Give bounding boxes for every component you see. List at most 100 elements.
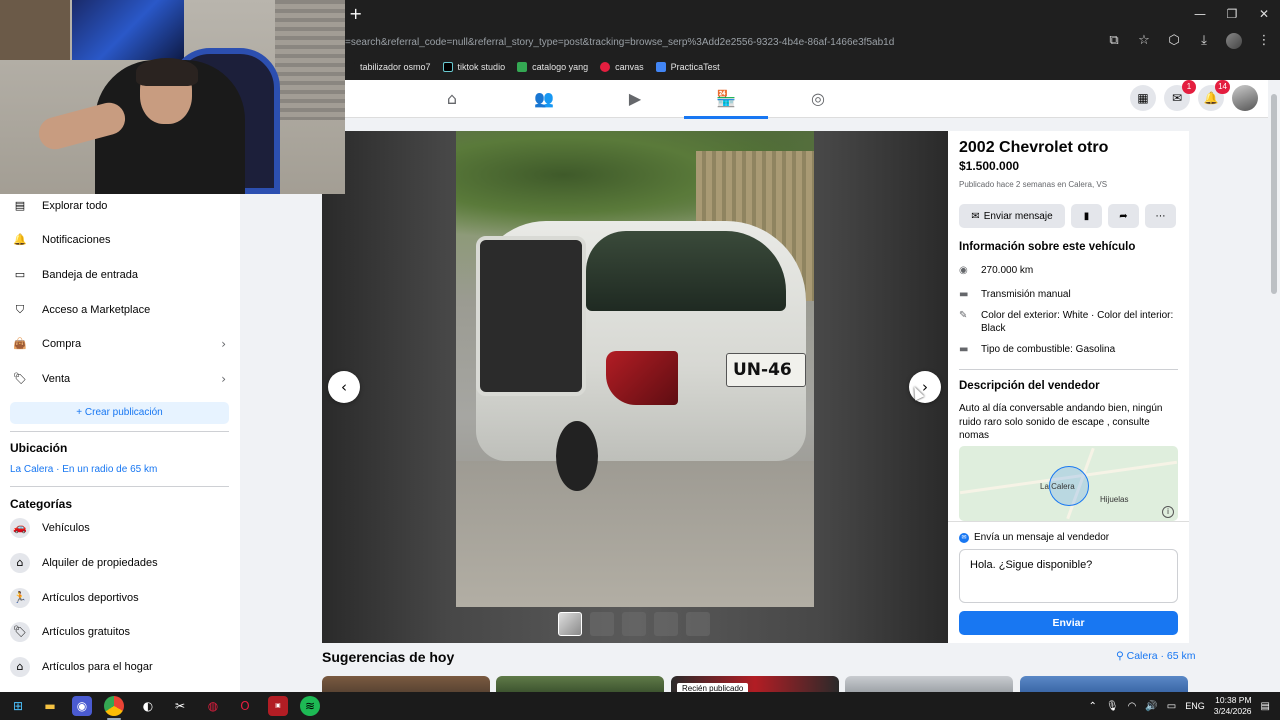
bookmark-item[interactable]: tiktok studio bbox=[442, 62, 505, 72]
minimize-icon[interactable]: — bbox=[1184, 0, 1216, 28]
photo-car-door bbox=[476, 236, 586, 396]
video-icon[interactable]: ▶ bbox=[624, 90, 646, 108]
bookmark-item[interactable]: PracticaTest bbox=[655, 62, 720, 72]
home-goods-icon: ⌂ bbox=[10, 657, 30, 677]
chrome-icon[interactable] bbox=[104, 696, 124, 716]
app-icon[interactable]: ◉ bbox=[72, 696, 92, 716]
close-icon[interactable]: ✕ bbox=[1248, 0, 1280, 28]
location-pin-icon: ⚲ bbox=[1116, 650, 1124, 662]
location-filter-link[interactable]: La Calera · En un radio de 65 km bbox=[10, 464, 157, 475]
sidebar-item-buying[interactable]: 👜 Compra › bbox=[10, 329, 230, 359]
detail-mileage: ◉ 270.000 km bbox=[959, 265, 1034, 276]
page-scrollbar[interactable] bbox=[1268, 80, 1280, 692]
suggestion-card[interactable] bbox=[322, 676, 490, 692]
category-vehicles[interactable]: 🚗 Vehículos bbox=[10, 513, 230, 543]
info-icon[interactable]: i bbox=[1162, 506, 1174, 518]
bookmark-item[interactable]: tabilizador osmo7 bbox=[345, 62, 431, 72]
windows-start-icon[interactable]: ⊞ bbox=[8, 696, 28, 716]
sidebar-item-inbox[interactable]: ▭ Bandeja de entrada bbox=[10, 260, 230, 290]
capcut-icon[interactable]: ✂ bbox=[170, 696, 190, 716]
marketplace-icon[interactable]: 🏪 bbox=[715, 90, 737, 108]
language-indicator[interactable]: ENG bbox=[1185, 701, 1205, 711]
app-icon[interactable]: ◍ bbox=[203, 696, 223, 716]
restore-icon[interactable]: ❐ bbox=[1216, 0, 1248, 28]
suggestion-card[interactable] bbox=[496, 676, 664, 692]
battery-icon[interactable]: ▭ bbox=[1167, 701, 1176, 712]
address-bar[interactable]: =search&referral_code=null&referral_stor… bbox=[345, 32, 1105, 54]
send-message-button[interactable]: ✉ Enviar mensaje bbox=[959, 204, 1065, 228]
wifi-icon[interactable]: ◠ bbox=[1128, 701, 1137, 712]
messenger-icon: ✉ bbox=[959, 532, 969, 543]
install-app-icon[interactable]: ⧉ bbox=[1106, 33, 1122, 49]
tag-icon: 🏷 bbox=[13, 372, 27, 385]
volume-icon[interactable]: 🔊 bbox=[1145, 701, 1157, 712]
bookmark-star-icon[interactable]: ☆ bbox=[1136, 33, 1152, 49]
shield-icon: ⛉ bbox=[15, 303, 25, 316]
sidebar-item-marketplace-access[interactable]: ⛉ Acceso a Marketplace bbox=[10, 295, 230, 325]
profile-avatar[interactable] bbox=[1226, 33, 1242, 49]
photo-thumbnail[interactable] bbox=[686, 612, 710, 636]
photo-license-plate: UN-46 bbox=[726, 353, 806, 387]
clock[interactable]: 10:38 PM 3/24/2026 bbox=[1214, 695, 1252, 717]
suggestion-card[interactable] bbox=[1020, 676, 1188, 692]
message-input[interactable]: Hola. ¿Sigue disponible? bbox=[959, 549, 1178, 603]
paint-icon: ✎ bbox=[959, 310, 968, 321]
save-button[interactable]: ▮ bbox=[1071, 204, 1102, 228]
file-explorer-icon[interactable]: ▬ bbox=[40, 696, 60, 716]
account-avatar[interactable] bbox=[1232, 85, 1258, 111]
download-icon[interactable]: ⤓ bbox=[1196, 33, 1212, 49]
category-home[interactable]: ⌂ Artículos para el hogar bbox=[10, 652, 230, 682]
app-icon[interactable]: ▣ bbox=[268, 696, 288, 716]
photo-thumbnail[interactable] bbox=[622, 612, 646, 636]
friends-icon[interactable]: 👥 bbox=[533, 90, 555, 108]
sidebar-divider bbox=[10, 431, 229, 432]
sidebar-divider bbox=[10, 486, 229, 487]
share-button[interactable]: ➦ bbox=[1108, 204, 1139, 228]
notification-center-icon[interactable]: ▤ bbox=[1261, 701, 1270, 712]
home-icon[interactable]: ⌂ bbox=[441, 90, 463, 108]
bookmarks-bar: tabilizador osmo7 tiktok studio catalogo… bbox=[345, 58, 720, 76]
sidebar-item-notifications[interactable]: 🔔 Notificaciones bbox=[10, 225, 230, 255]
menu-kebab-icon[interactable]: ⋮ bbox=[1256, 33, 1272, 49]
new-tab-button[interactable]: + bbox=[349, 4, 362, 23]
bookmark-item[interactable]: catalogo yang bbox=[517, 62, 588, 72]
system-tray: ⌃ 🎙 ◠ 🔊 ▭ ENG 10:38 PM 3/24/2026 ▤ bbox=[1088, 692, 1270, 720]
bookmark-icon: ▮ bbox=[1083, 210, 1090, 222]
opera-icon[interactable]: O bbox=[235, 696, 255, 716]
sidebar-item-explore[interactable]: ▤ Explorar todo bbox=[10, 194, 230, 221]
chevron-up-icon[interactable]: ⌃ bbox=[1088, 701, 1096, 712]
send-button[interactable]: Enviar bbox=[959, 611, 1178, 635]
location-map[interactable]: La Calera Hijuelas i bbox=[959, 446, 1178, 521]
suggestions-location-link[interactable]: ⚲ Calera · 65 km bbox=[1116, 650, 1195, 662]
microphone-icon[interactable]: 🎙 bbox=[1106, 701, 1119, 712]
fuel-icon: ▬ bbox=[959, 344, 969, 355]
create-listing-button[interactable]: + Crear publicación bbox=[10, 402, 229, 424]
category-free[interactable]: 🏷 Artículos gratuitos bbox=[10, 617, 230, 647]
photo-thumbnail[interactable] bbox=[590, 612, 614, 636]
photo-thumbnail[interactable] bbox=[654, 612, 678, 636]
category-sports[interactable]: 🏃 Artículos deportivos bbox=[10, 583, 230, 613]
seller-description-text: Auto al día conversable andando bien, ni… bbox=[959, 403, 1163, 441]
map-label-nearby: Hijuelas bbox=[1100, 495, 1129, 504]
listing-photo[interactable]: UN-46 bbox=[456, 131, 814, 607]
messenger-icon[interactable]: ✉ 1 bbox=[1164, 80, 1196, 111]
more-options-button[interactable]: ⋯ bbox=[1145, 204, 1176, 228]
suggestion-card[interactable] bbox=[845, 676, 1013, 692]
listing-details-panel: 2002 Chevrolet otro $1.500.000 Publicado… bbox=[948, 131, 1189, 521]
photo-thumbnail[interactable] bbox=[558, 612, 582, 636]
bookmark-item[interactable]: canvas bbox=[600, 62, 644, 72]
sidebar-item-selling[interactable]: 🏷 Venta › bbox=[10, 364, 230, 394]
listing-actions: ✉ Enviar mensaje ▮ ➦ ⋯ bbox=[959, 204, 1176, 228]
extensions-icon[interactable]: ⬡ bbox=[1166, 33, 1182, 49]
notifications-icon[interactable]: 🔔 14 bbox=[1198, 80, 1230, 111]
scrollbar-thumb[interactable] bbox=[1271, 94, 1277, 294]
menu-grid-icon[interactable]: ▦ bbox=[1130, 85, 1156, 111]
windows-taskbar: ⊞ ▬ ◉ ◐ ✂ ◍ O ▣ ≋ ⌃ 🎙 ◠ 🔊 ▭ ENG 10:38 PM… bbox=[0, 692, 1280, 720]
previous-photo-button[interactable]: ‹ bbox=[328, 371, 360, 403]
details-divider bbox=[959, 369, 1178, 370]
app-icon[interactable]: ◐ bbox=[138, 696, 158, 716]
category-property-rentals[interactable]: ⌂ Alquiler de propiedades bbox=[10, 548, 230, 578]
spotify-icon[interactable]: ≋ bbox=[300, 696, 320, 716]
notifications-badge: 14 bbox=[1215, 80, 1230, 94]
groups-icon[interactable]: ◎ bbox=[807, 90, 829, 108]
